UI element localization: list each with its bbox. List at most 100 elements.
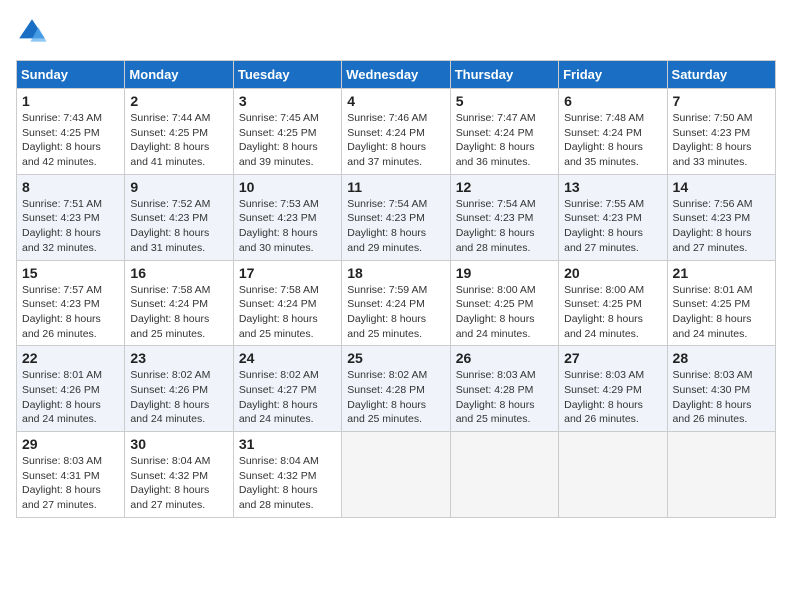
calendar-cell xyxy=(667,432,775,518)
day-number: 9 xyxy=(130,179,227,195)
day-number: 25 xyxy=(347,350,444,366)
calendar-cell: 17 Sunrise: 7:58 AM Sunset: 4:24 PM Dayli… xyxy=(233,260,341,346)
day-number: 22 xyxy=(22,350,119,366)
calendar-cell: 11 Sunrise: 7:54 AM Sunset: 4:23 PM Dayli… xyxy=(342,174,450,260)
day-number: 13 xyxy=(564,179,661,195)
day-info: Sunrise: 7:54 AM Sunset: 4:23 PM Dayligh… xyxy=(347,197,444,256)
day-number: 20 xyxy=(564,265,661,281)
weekday-monday: Monday xyxy=(125,61,233,89)
day-number: 17 xyxy=(239,265,336,281)
logo-icon xyxy=(16,16,48,48)
page-header xyxy=(16,16,776,48)
week-row-1: 1 Sunrise: 7:43 AM Sunset: 4:25 PM Daylig… xyxy=(17,89,776,175)
day-number: 23 xyxy=(130,350,227,366)
day-info: Sunrise: 7:53 AM Sunset: 4:23 PM Dayligh… xyxy=(239,197,336,256)
calendar-cell: 29Sunrise: 8:03 AM Sunset: 4:31 PM Dayli… xyxy=(17,432,125,518)
day-number: 15 xyxy=(22,265,119,281)
day-info: Sunrise: 7:51 AM Sunset: 4:23 PM Dayligh… xyxy=(22,197,119,256)
weekday-thursday: Thursday xyxy=(450,61,558,89)
day-info: Sunrise: 7:57 AM Sunset: 4:23 PM Dayligh… xyxy=(22,283,119,342)
day-number: 12 xyxy=(456,179,553,195)
day-info: Sunrise: 7:55 AM Sunset: 4:23 PM Dayligh… xyxy=(564,197,661,256)
calendar-cell: 14 Sunrise: 7:56 AM Sunset: 4:23 PM Dayli… xyxy=(667,174,775,260)
day-number: 7 xyxy=(673,93,770,109)
day-number: 24 xyxy=(239,350,336,366)
day-info: Sunrise: 8:03 AM Sunset: 4:31 PM Dayligh… xyxy=(22,454,119,513)
calendar-cell: 24Sunrise: 8:02 AM Sunset: 4:27 PM Dayli… xyxy=(233,346,341,432)
day-info: Sunrise: 7:58 AM Sunset: 4:24 PM Dayligh… xyxy=(239,283,336,342)
day-info: Sunrise: 8:02 AM Sunset: 4:28 PM Dayligh… xyxy=(347,368,444,427)
calendar-cell xyxy=(342,432,450,518)
calendar-cell: 21 Sunrise: 8:01 AM Sunset: 4:25 PM Dayli… xyxy=(667,260,775,346)
day-info: Sunrise: 8:04 AM Sunset: 4:32 PM Dayligh… xyxy=(239,454,336,513)
calendar-cell: 20 Sunrise: 8:00 AM Sunset: 4:25 PM Dayli… xyxy=(559,260,667,346)
calendar-cell: 7 Sunrise: 7:50 AM Sunset: 4:23 PM Daylig… xyxy=(667,89,775,175)
day-number: 5 xyxy=(456,93,553,109)
day-info: Sunrise: 7:47 AM Sunset: 4:24 PM Dayligh… xyxy=(456,111,553,170)
day-number: 18 xyxy=(347,265,444,281)
calendar-cell xyxy=(450,432,558,518)
week-row-3: 15 Sunrise: 7:57 AM Sunset: 4:23 PM Dayli… xyxy=(17,260,776,346)
calendar-cell: 26 Sunrise: 8:03 AM Sunset: 4:28 PM Dayli… xyxy=(450,346,558,432)
calendar-cell xyxy=(559,432,667,518)
day-number: 30 xyxy=(130,436,227,452)
day-number: 2 xyxy=(130,93,227,109)
day-info: Sunrise: 7:45 AM Sunset: 4:25 PM Dayligh… xyxy=(239,111,336,170)
day-info: Sunrise: 8:01 AM Sunset: 4:25 PM Dayligh… xyxy=(673,283,770,342)
calendar-cell: 5 Sunrise: 7:47 AM Sunset: 4:24 PM Daylig… xyxy=(450,89,558,175)
calendar-cell: 1 Sunrise: 7:43 AM Sunset: 4:25 PM Daylig… xyxy=(17,89,125,175)
day-number: 19 xyxy=(456,265,553,281)
day-info: Sunrise: 8:04 AM Sunset: 4:32 PM Dayligh… xyxy=(130,454,227,513)
calendar-cell: 16 Sunrise: 7:58 AM Sunset: 4:24 PM Dayli… xyxy=(125,260,233,346)
day-info: Sunrise: 8:02 AM Sunset: 4:26 PM Dayligh… xyxy=(130,368,227,427)
day-info: Sunrise: 7:54 AM Sunset: 4:23 PM Dayligh… xyxy=(456,197,553,256)
weekday-sunday: Sunday xyxy=(17,61,125,89)
weekday-friday: Friday xyxy=(559,61,667,89)
week-row-4: 22 Sunrise: 8:01 AM Sunset: 4:26 PM Dayli… xyxy=(17,346,776,432)
calendar-cell: 9Sunrise: 7:52 AM Sunset: 4:23 PM Daylig… xyxy=(125,174,233,260)
day-number: 11 xyxy=(347,179,444,195)
day-number: 3 xyxy=(239,93,336,109)
calendar-cell: 8Sunrise: 7:51 AM Sunset: 4:23 PM Daylig… xyxy=(17,174,125,260)
day-info: Sunrise: 7:50 AM Sunset: 4:23 PM Dayligh… xyxy=(673,111,770,170)
calendar-cell: 30 Sunrise: 8:04 AM Sunset: 4:32 PM Dayli… xyxy=(125,432,233,518)
calendar-cell: 13 Sunrise: 7:55 AM Sunset: 4:23 PM Dayli… xyxy=(559,174,667,260)
day-info: Sunrise: 7:48 AM Sunset: 4:24 PM Dayligh… xyxy=(564,111,661,170)
day-number: 16 xyxy=(130,265,227,281)
weekday-tuesday: Tuesday xyxy=(233,61,341,89)
day-info: Sunrise: 8:00 AM Sunset: 4:25 PM Dayligh… xyxy=(564,283,661,342)
calendar-cell: 4Sunrise: 7:46 AM Sunset: 4:24 PM Daylig… xyxy=(342,89,450,175)
calendar-cell: 27Sunrise: 8:03 AM Sunset: 4:29 PM Dayli… xyxy=(559,346,667,432)
calendar-cell: 22 Sunrise: 8:01 AM Sunset: 4:26 PM Dayli… xyxy=(17,346,125,432)
weekday-saturday: Saturday xyxy=(667,61,775,89)
day-number: 31 xyxy=(239,436,336,452)
calendar-cell: 6 Sunrise: 7:48 AM Sunset: 4:24 PM Daylig… xyxy=(559,89,667,175)
calendar-cell: 3 Sunrise: 7:45 AM Sunset: 4:25 PM Daylig… xyxy=(233,89,341,175)
day-number: 27 xyxy=(564,350,661,366)
calendar-cell: 18Sunrise: 7:59 AM Sunset: 4:24 PM Dayli… xyxy=(342,260,450,346)
day-info: Sunrise: 7:58 AM Sunset: 4:24 PM Dayligh… xyxy=(130,283,227,342)
calendar-cell: 25 Sunrise: 8:02 AM Sunset: 4:28 PM Dayli… xyxy=(342,346,450,432)
week-row-2: 8Sunrise: 7:51 AM Sunset: 4:23 PM Daylig… xyxy=(17,174,776,260)
day-number: 10 xyxy=(239,179,336,195)
calendar-cell: 31 Sunrise: 8:04 AM Sunset: 4:32 PM Dayli… xyxy=(233,432,341,518)
week-row-5: 29Sunrise: 8:03 AM Sunset: 4:31 PM Dayli… xyxy=(17,432,776,518)
day-info: Sunrise: 8:03 AM Sunset: 4:30 PM Dayligh… xyxy=(673,368,770,427)
calendar-table: SundayMondayTuesdayWednesdayThursdayFrid… xyxy=(16,60,776,518)
day-info: Sunrise: 8:01 AM Sunset: 4:26 PM Dayligh… xyxy=(22,368,119,427)
day-number: 28 xyxy=(673,350,770,366)
day-info: Sunrise: 8:03 AM Sunset: 4:28 PM Dayligh… xyxy=(456,368,553,427)
day-number: 21 xyxy=(673,265,770,281)
calendar-cell: 10 Sunrise: 7:53 AM Sunset: 4:23 PM Dayli… xyxy=(233,174,341,260)
calendar-cell: 15 Sunrise: 7:57 AM Sunset: 4:23 PM Dayli… xyxy=(17,260,125,346)
calendar-cell: 28 Sunrise: 8:03 AM Sunset: 4:30 PM Dayli… xyxy=(667,346,775,432)
day-number: 1 xyxy=(22,93,119,109)
day-number: 6 xyxy=(564,93,661,109)
day-number: 14 xyxy=(673,179,770,195)
day-number: 26 xyxy=(456,350,553,366)
calendar-cell: 12 Sunrise: 7:54 AM Sunset: 4:23 PM Dayli… xyxy=(450,174,558,260)
day-info: Sunrise: 7:46 AM Sunset: 4:24 PM Dayligh… xyxy=(347,111,444,170)
calendar-cell: 19Sunrise: 8:00 AM Sunset: 4:25 PM Dayli… xyxy=(450,260,558,346)
day-info: Sunrise: 7:56 AM Sunset: 4:23 PM Dayligh… xyxy=(673,197,770,256)
day-info: Sunrise: 7:43 AM Sunset: 4:25 PM Dayligh… xyxy=(22,111,119,170)
